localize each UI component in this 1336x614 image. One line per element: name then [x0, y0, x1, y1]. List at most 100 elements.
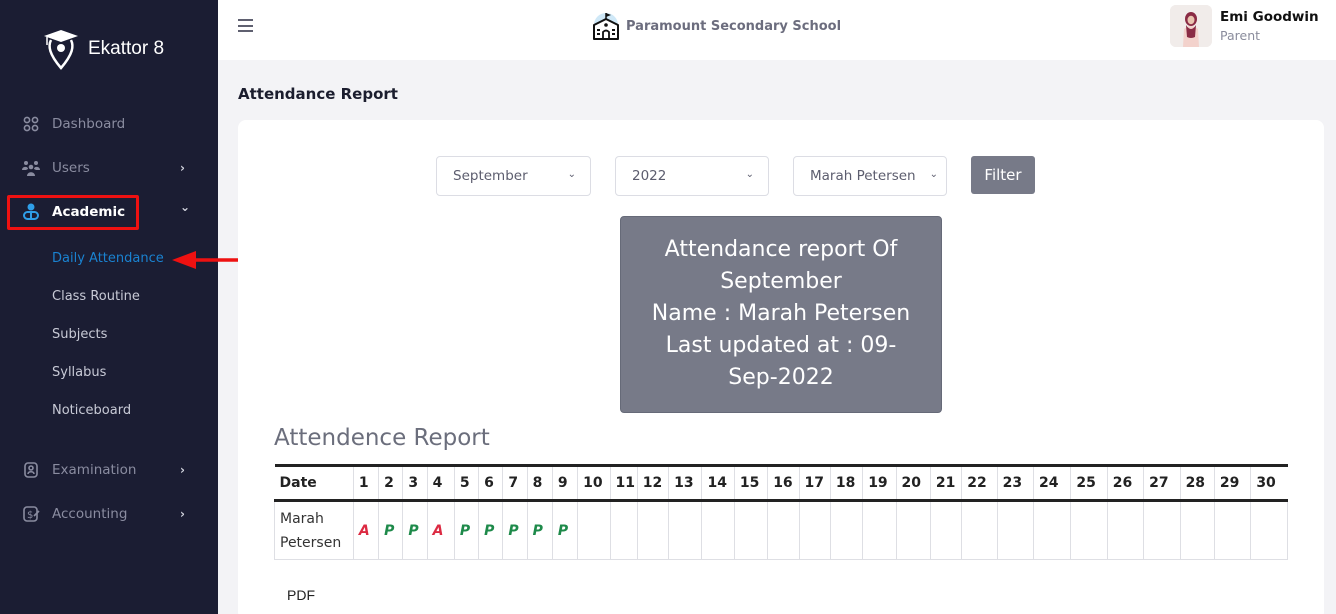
report-month: September — [720, 269, 842, 294]
day-header: 18 — [829, 464, 863, 502]
exam-icon — [22, 461, 40, 479]
grid-icon — [22, 115, 40, 133]
report-last-updated: Last updated at : 09- — [665, 333, 897, 358]
present-mark: P — [484, 522, 495, 539]
sidebar-item-users[interactable]: Users › — [0, 150, 218, 186]
sidebar-item-examination[interactable]: Examination › — [0, 452, 218, 488]
sidebar: Ekattor 8 Dashboard Users › Academic ⌄ D… — [0, 0, 218, 614]
day-header: 15 — [733, 464, 768, 502]
table-row: Marah Petersen A P P A P P P P P — [274, 500, 1288, 560]
sidebar-subitem-noticeboard[interactable]: Noticeboard — [52, 403, 131, 418]
sidebar-subitem-subjects[interactable]: Subjects — [52, 327, 107, 342]
graduation-pin-icon — [44, 30, 78, 70]
year-select[interactable]: 2022 ⌄ — [615, 156, 769, 196]
school-name: Paramount Secondary School — [626, 18, 842, 34]
sidebar-item-label: Accounting — [52, 506, 128, 522]
sidebar-item-accounting[interactable]: $ Accounting › — [0, 496, 218, 532]
chevron-right-icon: › — [180, 507, 185, 521]
attendance-cell: P — [402, 500, 428, 560]
report-summary-box: Attendance report Of September Name : Ma… — [620, 216, 942, 413]
attendance-cell — [1213, 500, 1252, 560]
attendance-cell — [895, 500, 931, 560]
day-header: 4 — [426, 464, 455, 502]
attendance-cell: A — [426, 500, 455, 560]
present-mark: P — [557, 522, 569, 539]
day-header: 8 — [526, 464, 553, 502]
table-header-row: Date 1 2 3 4 5 6 7 8 9 10 11 12 13 14 15 16 17 18 19 20 21 22… — [274, 464, 1288, 502]
day-header: 6 — [478, 464, 503, 502]
day-header: 20 — [895, 464, 931, 502]
sidebar-subitem-daily-attendance[interactable]: Daily Attendance — [52, 251, 164, 266]
attendance-cell — [1143, 500, 1181, 560]
sidebar-item-label: Dashboard — [52, 116, 126, 132]
attendance-cell — [733, 500, 769, 560]
chevron-down-icon: ⌄ — [929, 169, 938, 180]
absent-mark: A — [358, 522, 370, 539]
sidebar-subitem-syllabus[interactable]: Syllabus — [52, 365, 106, 380]
attendance-cell — [636, 500, 670, 560]
attendance-cell: P — [526, 500, 553, 560]
attendance-table: Date 1 2 3 4 5 6 7 8 9 10 11 12 13 14 15 16 17 18 19 20 21 22… — [274, 464, 1288, 560]
svg-text:$: $ — [27, 510, 33, 521]
attendance-cell — [996, 500, 1035, 560]
filter-button[interactable]: Filter — [971, 156, 1035, 194]
present-mark: P — [408, 522, 419, 539]
day-header: 23 — [996, 464, 1034, 502]
day-header: 1 — [352, 464, 379, 502]
day-header: 7 — [502, 464, 528, 502]
student-last-name: Petersen — [280, 534, 342, 551]
day-header: 19 — [862, 464, 897, 502]
student-select-value: Marah Petersen — [810, 168, 916, 184]
menu-toggle-button[interactable] — [238, 19, 253, 36]
day-header: 16 — [767, 464, 800, 502]
sidebar-subitem-class-routine[interactable]: Class Routine — [52, 289, 140, 304]
chevron-right-icon: › — [180, 463, 185, 477]
day-header: 30 — [1250, 464, 1288, 502]
attendance-cell — [1106, 500, 1145, 560]
sidebar-item-dashboard[interactable]: Dashboard — [0, 106, 218, 142]
day-header: 9 — [551, 464, 578, 502]
attendance-cell — [701, 500, 735, 560]
attendance-cell: P — [378, 500, 404, 560]
day-header: 3 — [402, 464, 428, 502]
attendance-cell: P — [453, 500, 480, 560]
present-mark: P — [532, 522, 543, 539]
attendance-cell — [1032, 500, 1072, 560]
report-student-name: Name : Marah Petersen — [651, 301, 911, 326]
day-header: 24 — [1032, 464, 1071, 502]
day-header: 21 — [929, 464, 962, 502]
user-name: Emi Goodwin — [1220, 9, 1319, 25]
report-last-updated-date: Sep-2022 — [728, 365, 834, 390]
day-header: 25 — [1070, 464, 1108, 502]
report-card: September ⌄ 2022 ⌄ Marah Petersen ⌄ Filt… — [238, 120, 1324, 614]
day-header: 2 — [378, 464, 403, 502]
sidebar-item-label: Examination — [52, 462, 137, 478]
table-title: Attendence Report — [274, 425, 490, 451]
chevron-down-icon: ⌄ — [745, 169, 754, 180]
present-mark: P — [508, 522, 519, 539]
day-header: 22 — [961, 464, 998, 502]
user-profile[interactable]: Emi Goodwin Parent — [1170, 5, 1319, 47]
top-header: Paramount Secondary School Emi Goodwin P… — [218, 0, 1336, 60]
attendance-cell — [798, 500, 831, 560]
attendance-cell: P — [551, 500, 579, 560]
pdf-button[interactable]: PDF — [287, 587, 315, 603]
student-select[interactable]: Marah Petersen ⌄ — [793, 156, 947, 196]
highlight-annotation-box — [7, 195, 139, 230]
sidebar-item-label: Users — [52, 160, 90, 176]
present-mark: P — [384, 522, 395, 539]
day-header: 17 — [798, 464, 831, 502]
chevron-right-icon: › — [180, 161, 185, 175]
school-building-icon — [593, 13, 619, 40]
day-header: 10 — [577, 464, 611, 502]
chevron-down-icon: ⌄ — [180, 200, 191, 214]
day-header: 11 — [609, 464, 638, 502]
month-select[interactable]: September ⌄ — [436, 156, 591, 196]
month-select-value: September — [453, 168, 528, 184]
accounting-icon: $ — [22, 505, 40, 523]
users-icon — [22, 159, 40, 177]
year-select-value: 2022 — [632, 168, 667, 184]
attendance-cell — [668, 500, 703, 560]
day-header: 28 — [1179, 464, 1215, 502]
app-logo[interactable]: Ekattor 8 — [42, 28, 164, 70]
